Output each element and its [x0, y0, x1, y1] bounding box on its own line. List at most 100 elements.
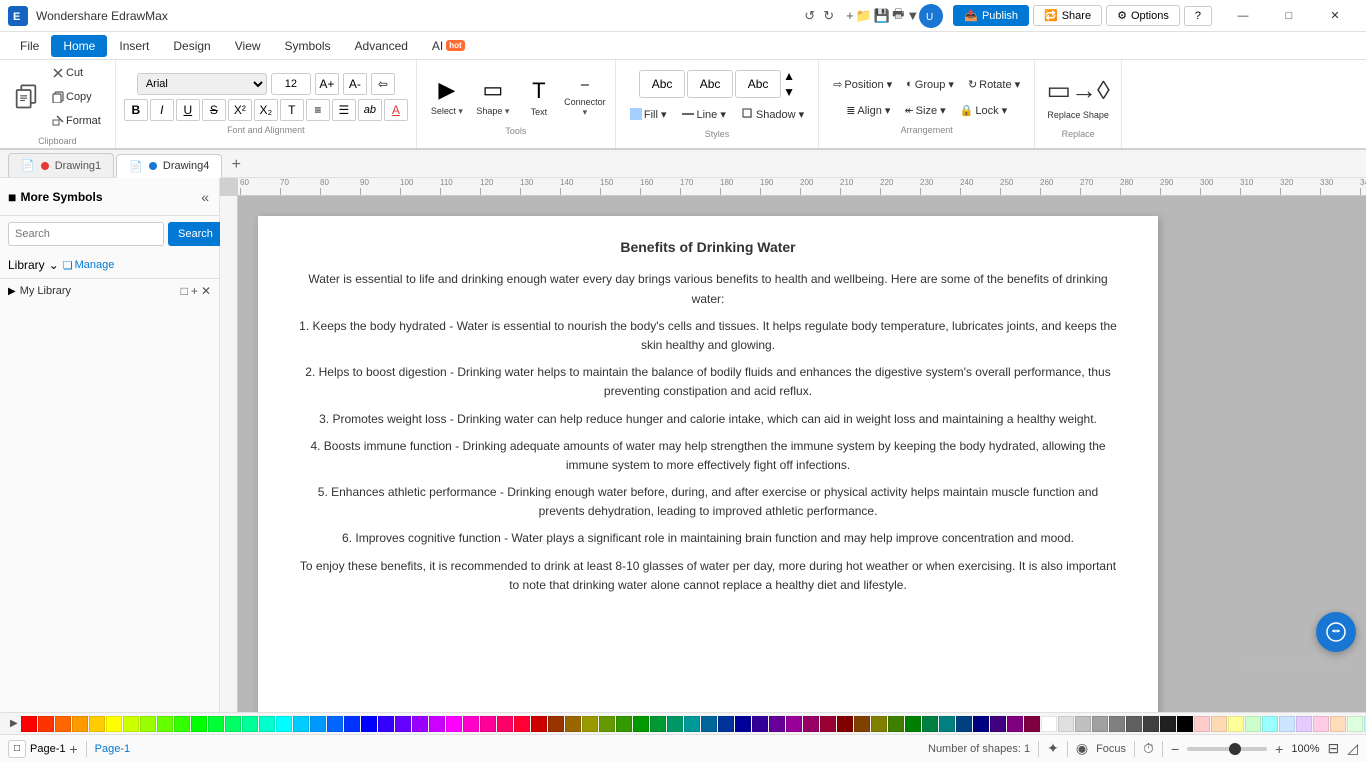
color-swatch-63[interactable] [1092, 716, 1108, 732]
color-swatch-33[interactable] [582, 716, 598, 732]
color-swatch-69[interactable] [1194, 716, 1210, 732]
styles-scroll-down[interactable]: ▼ [783, 85, 795, 99]
search-input[interactable] [8, 222, 164, 246]
menu-file[interactable]: File [8, 35, 51, 57]
save-btn[interactable]: 💾 [874, 5, 890, 27]
shadow-button[interactable]: Shadow ▾ [736, 103, 810, 125]
shape-button[interactable]: ▭ Shape ▾ [471, 72, 515, 122]
color-swatch-39[interactable] [684, 716, 700, 732]
color-swatch-74[interactable] [1279, 716, 1295, 732]
text-style-button[interactable]: T [280, 99, 304, 121]
color-swatch-42[interactable] [735, 716, 751, 732]
group-button[interactable]: ◐ Group ▾ [900, 73, 960, 95]
color-swatch-75[interactable] [1296, 716, 1312, 732]
superscript-button[interactable]: X² [228, 99, 252, 121]
bold-button[interactable]: B [124, 99, 148, 121]
color-swatch-72[interactable] [1245, 716, 1261, 732]
color-swatch-66[interactable] [1143, 716, 1159, 732]
color-swatch-47[interactable] [820, 716, 836, 732]
open-btn[interactable]: 📁 [856, 5, 872, 27]
color-swatch-28[interactable] [497, 716, 513, 732]
color-swatch-49[interactable] [854, 716, 870, 732]
zoom-in-button[interactable]: + [1275, 741, 1283, 757]
color-swatch-61[interactable] [1058, 716, 1074, 732]
color-swatch-15[interactable] [276, 716, 292, 732]
color-swatch-1[interactable] [38, 716, 54, 732]
color-swatch-10[interactable] [191, 716, 207, 732]
color-swatch-6[interactable] [123, 716, 139, 732]
my-library-add-button[interactable]: + [191, 284, 198, 298]
color-swatch-68[interactable] [1177, 716, 1193, 732]
layers-icon[interactable]: ✦ [1047, 740, 1059, 757]
color-swatch-0[interactable] [21, 716, 37, 732]
color-swatch-12[interactable] [225, 716, 241, 732]
subscript-button[interactable]: X₂ [254, 99, 278, 121]
color-swatch-30[interactable] [531, 716, 547, 732]
add-page-button[interactable]: + [69, 741, 77, 757]
color-swatch-78[interactable] [1347, 716, 1363, 732]
color-swatch-3[interactable] [72, 716, 88, 732]
tab-drawing4[interactable]: 📄 Drawing4 [116, 154, 222, 178]
color-swatch-73[interactable] [1262, 716, 1278, 732]
color-swatch-38[interactable] [667, 716, 683, 732]
align-button[interactable]: ≣ Align ▾ [840, 99, 896, 121]
menu-symbols[interactable]: Symbols [273, 35, 343, 57]
color-swatch-21[interactable] [378, 716, 394, 732]
text-highlight-button[interactable]: A [384, 99, 408, 121]
color-swatch-62[interactable] [1075, 716, 1091, 732]
new-btn[interactable]: + [846, 5, 854, 27]
select-button[interactable]: ▶ Select ▾ [425, 72, 469, 122]
color-swatch-54[interactable] [939, 716, 955, 732]
stopwatch-icon[interactable]: ⏱ [1143, 740, 1154, 757]
font-shrink-button[interactable]: A- [343, 73, 367, 95]
chatbot-button[interactable] [1316, 612, 1356, 652]
color-swatch-26[interactable] [463, 716, 479, 732]
paragraph-align-button[interactable]: ⇦ [371, 73, 395, 95]
color-swatch-29[interactable] [514, 716, 530, 732]
color-swatch-23[interactable] [412, 716, 428, 732]
color-swatch-5[interactable] [106, 716, 122, 732]
minimize-button[interactable]: — [1220, 0, 1266, 32]
help-button[interactable]: ? [1184, 6, 1212, 26]
more-btn[interactable]: ▼ [906, 5, 919, 27]
undo-button[interactable]: ↺ [800, 6, 819, 26]
position-button[interactable]: ⇨ Position ▾ [827, 73, 898, 95]
color-swatch-4[interactable] [89, 716, 105, 732]
style-swatch-3[interactable]: Abc [735, 70, 781, 98]
color-swatch-64[interactable] [1109, 716, 1125, 732]
color-swatch-27[interactable] [480, 716, 496, 732]
lock-button[interactable]: 🔒 Lock ▾ [954, 99, 1014, 121]
color-swatch-53[interactable] [922, 716, 938, 732]
menu-design[interactable]: Design [161, 35, 222, 57]
text-button[interactable]: T Text [517, 72, 561, 122]
menu-insert[interactable]: Insert [107, 35, 161, 57]
menu-advanced[interactable]: Advanced [343, 35, 420, 57]
close-button[interactable]: ✕ [1312, 0, 1358, 32]
add-tab-button[interactable]: + [224, 153, 248, 177]
line-spacing-button[interactable]: ≡ [306, 99, 330, 121]
color-swatch-2[interactable] [55, 716, 71, 732]
line-button[interactable]: Line ▾ [676, 103, 731, 125]
color-swatch-52[interactable] [905, 716, 921, 732]
italic-button[interactable]: I [150, 99, 174, 121]
color-swatch-70[interactable] [1211, 716, 1227, 732]
color-swatch-35[interactable] [616, 716, 632, 732]
my-library-remove-button[interactable]: ✕ [201, 284, 211, 298]
font-size-input[interactable] [271, 73, 311, 95]
search-button[interactable]: Search [168, 222, 223, 246]
expand-button[interactable]: ◿ [1347, 740, 1358, 757]
color-swatch-22[interactable] [395, 716, 411, 732]
menu-home[interactable]: Home [51, 35, 107, 57]
color-swatch-43[interactable] [752, 716, 768, 732]
color-swatch-57[interactable] [990, 716, 1006, 732]
publish-button[interactable]: 📤 Publish [953, 5, 1029, 26]
color-swatch-11[interactable] [208, 716, 224, 732]
focus-icon[interactable]: ◉ [1076, 740, 1088, 757]
color-swatch-7[interactable] [140, 716, 156, 732]
color-swatch-40[interactable] [701, 716, 717, 732]
underline-button[interactable]: U [176, 99, 200, 121]
color-swatch-51[interactable] [888, 716, 904, 732]
font-grow-button[interactable]: A+ [315, 73, 339, 95]
color-swatch-36[interactable] [633, 716, 649, 732]
color-swatch-41[interactable] [718, 716, 734, 732]
